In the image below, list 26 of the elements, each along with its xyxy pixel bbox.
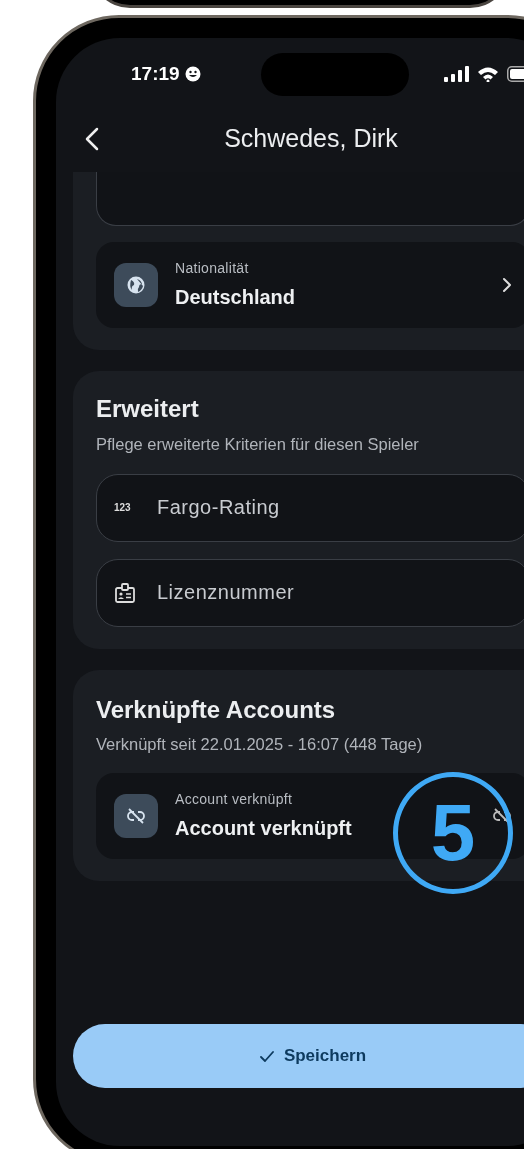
- section-description: Verknüpft seit 22.01.2025 - 16:07 (448 Tage): [96, 734, 424, 756]
- input-field[interactable]: Lizenznummer: [96, 558, 524, 627]
- section-heading: Verknüpfte Accounts: [96, 695, 337, 725]
- id-badge-icon: [114, 581, 136, 604]
- callout-number: 5: [393, 772, 513, 894]
- chevron-right-icon: [502, 277, 512, 293]
- section-heading: Erweitert: [96, 395, 200, 424]
- screen-title: Schwedes, Dirk: [223, 123, 399, 155]
- back-icon: [85, 127, 99, 151]
- status-time: 17:19: [131, 61, 180, 86]
- field-label: Account verknüpft: [175, 790, 294, 810]
- smiley-icon: [184, 66, 201, 82]
- field-label: Nationalität: [175, 259, 250, 278]
- section-description: Pflege erweiterte Kriterien für diesen Spieler: [96, 433, 420, 455]
- signal-icon: [444, 66, 470, 82]
- field-value: Account verknüpft: [175, 816, 352, 842]
- back-button[interactable]: [85, 127, 99, 151]
- unlink-drawing: [127, 807, 145, 826]
- field-value: Deutschland: [175, 285, 296, 310]
- wifi-icon: [477, 66, 499, 82]
- input-field[interactable]: [96, 172, 524, 226]
- nationality-row[interactable]: Nationalität Deutschland: [96, 242, 524, 328]
- globe-drawing: [126, 275, 146, 295]
- save-button[interactable]: Speichern: [73, 1024, 524, 1088]
- check-icon: [259, 1050, 274, 1062]
- numbers-icon: 123: [114, 502, 131, 513]
